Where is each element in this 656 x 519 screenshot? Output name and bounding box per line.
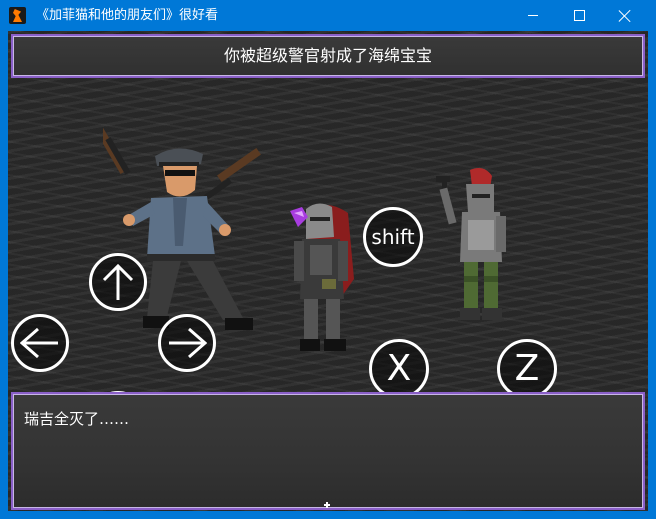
- shift-label: shift: [371, 225, 415, 249]
- window-title: 《加菲猫和他的朋友们》很好看: [36, 8, 219, 23]
- window-frame-bottom: [0, 511, 656, 519]
- right-button[interactable]: [158, 314, 216, 372]
- left-button[interactable]: [11, 314, 69, 372]
- up-arrow-icon: [102, 263, 134, 300]
- right-arrow-icon: [169, 327, 207, 359]
- z-button[interactable]: Z: [497, 339, 557, 399]
- window-frame-right: [648, 31, 656, 519]
- close-icon: [618, 9, 632, 23]
- window-frame-left: [0, 31, 8, 519]
- green-soldier-sprite: [436, 168, 506, 320]
- dialog-window: 瑞吉全灭了……: [11, 392, 645, 510]
- continue-cursor-icon: [324, 502, 330, 508]
- title-bar[interactable]: 《加菲猫和他的朋友们》很好看: [0, 0, 656, 31]
- app-icon: [9, 7, 26, 24]
- maximize-button[interactable]: [556, 0, 602, 31]
- minimize-button[interactable]: [510, 0, 556, 31]
- game-window: 《加菲猫和他的朋友们》很好看 你被超级警官射成了海绵宝宝 shift X Z 瑞…: [0, 0, 656, 519]
- z-label: Z: [514, 348, 540, 389]
- left-arrow-icon: [20, 327, 58, 359]
- close-button[interactable]: [602, 0, 648, 31]
- maximize-icon: [573, 10, 585, 21]
- message-window: 你被超级警官射成了海绵宝宝: [11, 34, 645, 78]
- x-button[interactable]: X: [369, 339, 429, 399]
- minimize-icon: [528, 15, 538, 16]
- x-label: X: [386, 348, 412, 389]
- dialog-text: 瑞吉全灭了……: [24, 410, 130, 428]
- game-canvas[interactable]: 你被超级警官射成了海绵宝宝 shift X Z 瑞吉全灭了……: [8, 31, 648, 511]
- armored-player-sprite: [290, 203, 354, 351]
- shift-button[interactable]: shift: [363, 207, 423, 267]
- battle-message: 你被超级警官射成了海绵宝宝: [223, 46, 432, 65]
- up-button[interactable]: [89, 253, 147, 311]
